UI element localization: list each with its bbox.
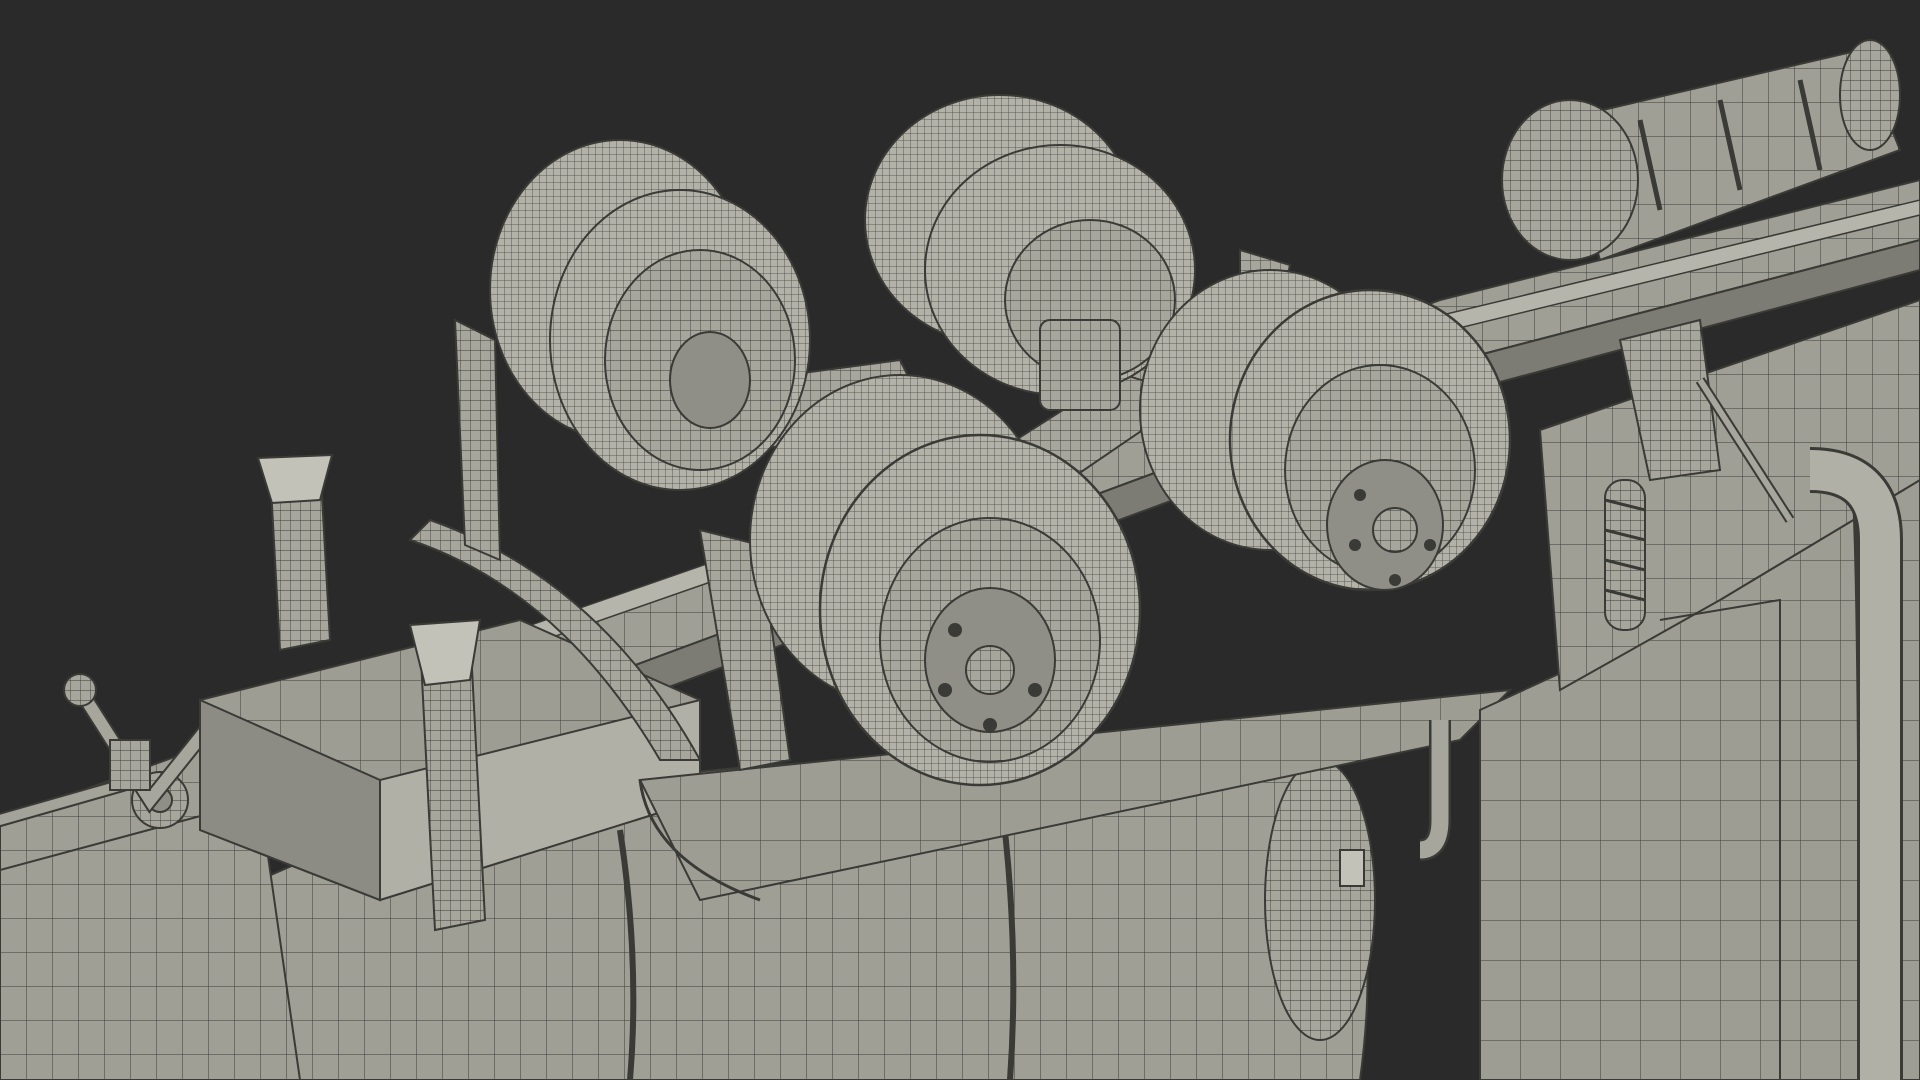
render-viewport xyxy=(0,0,1920,1080)
wireframe-scene xyxy=(0,0,1920,1080)
coil-spring xyxy=(1604,479,1646,631)
